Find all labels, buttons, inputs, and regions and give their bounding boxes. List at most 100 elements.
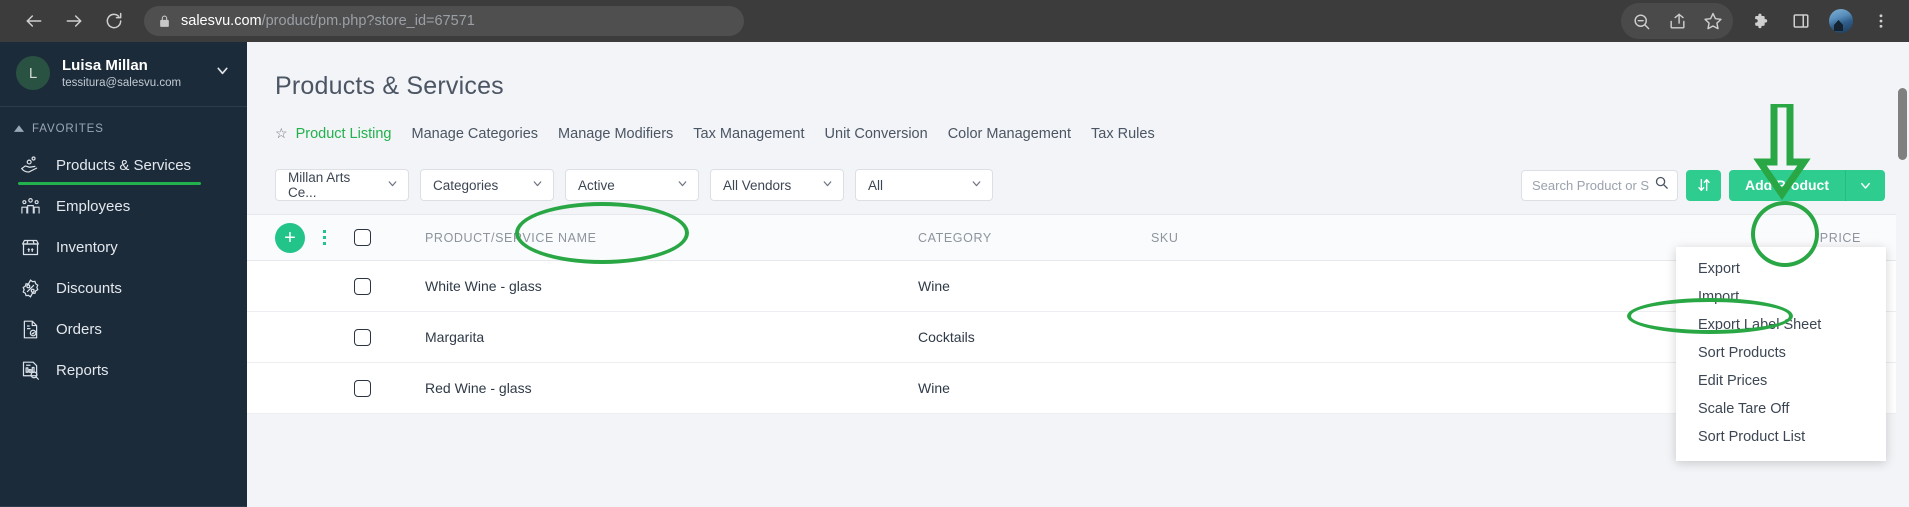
sort-button[interactable] [1686, 169, 1721, 201]
tab-manage-modifiers[interactable]: Manage Modifiers [558, 126, 673, 142]
categories-filter-value: Categories [433, 177, 499, 193]
menu-item-scale-tare-off[interactable]: Scale Tare Off [1676, 395, 1886, 423]
cell-category: Wine [918, 278, 950, 294]
menu-item-edit-prices[interactable]: Edit Prices [1676, 367, 1886, 395]
chevron-down-icon [676, 177, 689, 193]
reports-icon [18, 360, 42, 381]
reload-icon[interactable] [94, 1, 134, 41]
extensions-puzzle-icon[interactable] [1743, 3, 1779, 39]
products-services-icon [18, 155, 42, 176]
cell-product-name: White Wine - glass [425, 278, 542, 294]
tab-product-listing[interactable]: Product Listing [296, 126, 392, 142]
search-box[interactable] [1521, 169, 1678, 201]
row-checkbox-cell [341, 328, 383, 346]
table-row[interactable]: Red Wine - glass Wine 8.00 [247, 363, 1909, 414]
menu-item-export-label-sheet[interactable]: Export Label Sheet [1676, 311, 1886, 339]
add-product-dropdown-toggle[interactable] [1845, 169, 1885, 201]
sidebar-section-label: FAVORITES [32, 123, 104, 135]
status-filter-select[interactable]: Active [565, 169, 699, 201]
side-panel-icon[interactable] [1783, 3, 1819, 39]
table-header-row: + PRODUCT/SERVICE NAME CATEGORY SKU PRIC… [247, 214, 1909, 261]
sidebar-item-discounts[interactable]: Discounts [0, 268, 247, 309]
forward-arrow-icon[interactable] [54, 1, 94, 41]
sidebar-item-employees[interactable]: Employees [0, 186, 247, 227]
column-header-sku[interactable]: SKU [1151, 231, 1347, 245]
favorite-star-icon[interactable]: ☆ [275, 125, 288, 142]
tab-color-management[interactable]: Color Management [948, 126, 1071, 142]
sidebar-item-inventory[interactable]: Inventory [0, 227, 247, 268]
cell-product-name: Margarita [425, 329, 485, 345]
status-filter-value: Active [578, 177, 615, 193]
sidebar-item-label: Reports [56, 362, 109, 379]
omnibox-action-group [1621, 3, 1733, 39]
main-content: Products & Services ☆ Product Listing Ma… [247, 42, 1909, 507]
store-filter-value: Millan Arts Ce... [288, 170, 351, 200]
sidebar-item-reports[interactable]: Reports [0, 350, 247, 391]
share-icon[interactable] [1659, 3, 1695, 39]
url-path: /product/pm.php?store_id=67571 [261, 13, 475, 29]
back-arrow-icon[interactable] [14, 1, 54, 41]
vendors-filter-select[interactable]: All Vendors [710, 169, 844, 201]
row-checkbox-cell [341, 277, 383, 295]
annotation-arrow-down-icon [1752, 100, 1812, 209]
menu-item-sort-product-list[interactable]: Sort Product List [1676, 423, 1886, 451]
row-checkbox[interactable] [353, 277, 371, 295]
browser-toolbar: salesvu.com/product/pm.php?store_id=6757… [0, 0, 1909, 42]
chevron-down-icon [821, 177, 834, 193]
sidebar-item-label: Inventory [56, 239, 118, 256]
select-all-checkbox-cell [341, 229, 383, 246]
browser-menu-icon[interactable] [1863, 3, 1899, 39]
menu-item-export[interactable]: Export [1676, 255, 1886, 283]
sidebar-item-products-services[interactable]: Products & Services [0, 145, 247, 186]
address-bar[interactable]: salesvu.com/product/pm.php?store_id=6757… [144, 6, 744, 36]
cell-category: Cocktails [918, 329, 975, 345]
all-filter-value: All [868, 177, 884, 193]
tab-unit-conversion[interactable]: Unit Conversion [825, 126, 928, 142]
table-row[interactable]: White Wine - glass Wine 7 [247, 261, 1909, 312]
table-row[interactable]: Margarita Cocktails 8 [247, 312, 1909, 363]
row-checkbox[interactable] [353, 379, 371, 397]
sidebar-item-label: Employees [56, 198, 131, 215]
zoom-out-icon[interactable] [1623, 3, 1659, 39]
user-email: tessitura@salesvu.com [62, 77, 182, 90]
chevron-down-icon[interactable] [214, 62, 231, 84]
filter-toolbar: Millan Arts Ce... Categories Active All … [247, 158, 1909, 212]
chevron-down-icon [386, 177, 399, 193]
user-name: Luisa Millan [62, 56, 148, 74]
menu-item-sort-products[interactable]: Sort Products [1676, 339, 1886, 367]
menu-item-import[interactable]: Import [1676, 283, 1886, 311]
store-filter-select[interactable]: Millan Arts Ce... [275, 169, 409, 201]
page-title: Products & Services [275, 72, 504, 100]
page-body: L Luisa Millan tessitura@salesvu.com FAV… [0, 42, 1909, 507]
toolbar-actions: Add Product [1521, 169, 1885, 201]
chevron-down-icon [970, 177, 983, 193]
all-filter-select[interactable]: All [855, 169, 993, 201]
column-options-kebab-icon[interactable] [313, 230, 335, 245]
column-header-category[interactable]: CATEGORY [918, 231, 1151, 245]
row-checkbox-cell [341, 379, 383, 397]
profile-avatar-icon[interactable] [1823, 3, 1859, 39]
cell-product-name: Red Wine - glass [425, 380, 532, 396]
column-header-name[interactable]: PRODUCT/SERVICE NAME [383, 231, 918, 245]
cell-category: Wine [918, 380, 950, 396]
orders-icon [18, 319, 42, 340]
inventory-icon [18, 237, 42, 258]
sidebar-item-label: Products & Services [56, 157, 192, 174]
tab-tax-rules[interactable]: Tax Rules [1091, 126, 1155, 142]
sidebar-section-favorites[interactable]: FAVORITES [0, 107, 247, 143]
sidebar-item-orders[interactable]: Orders [0, 309, 247, 350]
scrollbar-thumb[interactable] [1898, 88, 1907, 160]
search-input[interactable] [1532, 177, 1650, 193]
add-row-button[interactable]: + [275, 222, 305, 253]
tab-tax-management[interactable]: Tax Management [693, 126, 804, 142]
product-table: + PRODUCT/SERVICE NAME CATEGORY SKU PRIC… [247, 214, 1909, 414]
bookmark-star-icon[interactable] [1695, 3, 1731, 39]
sidebar-user-card[interactable]: L Luisa Millan tessitura@salesvu.com [0, 42, 247, 107]
search-icon[interactable] [1654, 175, 1669, 195]
categories-filter-select[interactable]: Categories [420, 169, 554, 201]
column-header-price[interactable]: PRICE [1347, 231, 1909, 245]
page-scrollbar[interactable] [1896, 84, 1909, 507]
tab-manage-categories[interactable]: Manage Categories [411, 126, 538, 142]
select-all-checkbox[interactable] [353, 229, 371, 246]
row-checkbox[interactable] [353, 328, 371, 346]
